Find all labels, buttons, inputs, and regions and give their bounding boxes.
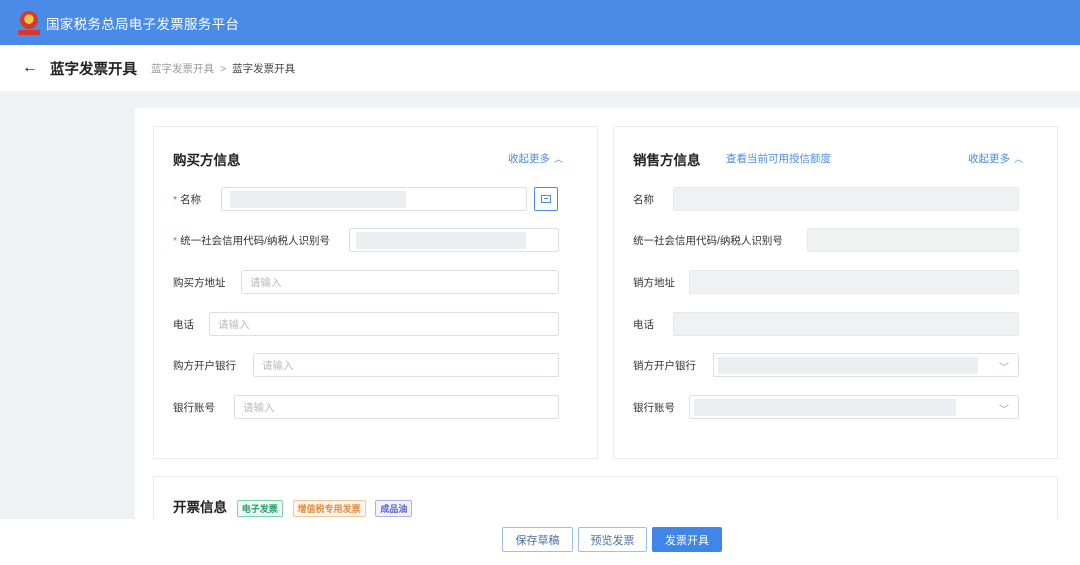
buyer-address-input[interactable]: 请输入 [241, 270, 559, 294]
seller-collapse-toggle[interactable]: 收起更多 ︿ [968, 151, 1023, 166]
chevron-up-icon: ︿ [1013, 154, 1023, 164]
buyer-address-row: 购买方地址 [173, 270, 226, 294]
redacted-value [230, 191, 406, 208]
seller-account-label: 银行账号 [633, 401, 675, 414]
buyer-bank-input[interactable]: 请输入 [253, 353, 559, 377]
seller-bank-row: 销方开户银行 [633, 353, 696, 377]
buyer-info-title: 购买方信息 [173, 153, 241, 168]
invoice-info-title: 开票信息 [173, 500, 227, 515]
seller-name-label: 名称 [633, 193, 654, 206]
action-bar: 保存草稿 预览发票 发票开具 [0, 519, 1080, 565]
page-title: 蓝字发票开具 [50, 61, 137, 78]
seller-account-select[interactable]: ﹀ [689, 395, 1019, 419]
required-mark: * [173, 234, 178, 247]
seller-taxid-label: 统一社会信用代码/纳税人识别号 [633, 234, 783, 247]
required-mark: * [173, 193, 178, 206]
redacted-value [356, 232, 526, 249]
seller-phone-label: 电话 [633, 318, 654, 331]
buyer-info-card: 购买方信息 收起更多 ︿ * 名称 * 统一社会信用代码/纳税人识别号 购买方地址 请… [153, 126, 598, 459]
breadcrumb: 蓝字发票开具 > 蓝字发票开具 [151, 61, 295, 76]
buyer-account-label: 银行账号 [173, 401, 215, 414]
seller-phone-field [673, 312, 1019, 336]
redacted-value [694, 399, 956, 416]
seller-bank-label: 销方开户银行 [633, 359, 696, 372]
preview-invoice-button[interactable]: 预览发票 [578, 527, 647, 552]
breadcrumb-item-parent[interactable]: 蓝字发票开具 [151, 63, 214, 75]
chevron-down-icon: ﹀ [999, 363, 1009, 374]
buyer-phone-row: 电话 [173, 312, 194, 336]
buyer-taxid-row: * 统一社会信用代码/纳税人识别号 [173, 228, 330, 252]
save-draft-button[interactable]: 保存草稿 [502, 527, 573, 552]
seller-phone-row: 电话 [633, 312, 654, 336]
seller-address-field [689, 270, 1019, 294]
buyer-name-label-text: 名称 [180, 193, 202, 206]
invoice-tag-oil: 成品油 [375, 499, 413, 517]
buyer-name-input[interactable] [221, 187, 527, 211]
buyer-taxid-label: * 统一社会信用代码/纳税人识别号 [173, 233, 330, 248]
buyer-collapse-label: 收起更多 [507, 153, 550, 165]
seller-info-card: 销售方信息 查看当前可用授信额度 收起更多 ︿ 名称 统一社会信用代码/纳税人识别… [613, 126, 1058, 459]
seller-address-row: 销方地址 [633, 270, 675, 294]
breadcrumb-item-current: 蓝字发票开具 [232, 62, 296, 75]
seller-taxid-row: 统一社会信用代码/纳税人识别号 [633, 228, 783, 252]
seller-account-row: 银行账号 [633, 395, 675, 419]
back-arrow-icon[interactable]: ← [22, 59, 38, 77]
seller-address-label: 销方地址 [633, 276, 675, 289]
chevron-up-icon: ︿ [553, 154, 563, 164]
invoice-tag-vat-special: 增值税专用发票 [292, 499, 366, 517]
seller-collapse-label: 收起更多 [967, 153, 1010, 165]
buyer-name-label: * 名称 [173, 192, 201, 207]
buyer-name-row: * 名称 [173, 187, 201, 211]
chevron-down-icon: ﹀ [999, 405, 1009, 416]
seller-name-row: 名称 [633, 187, 654, 211]
seller-name-field [673, 187, 1019, 211]
top-bar: 国家税务总局电子发票服务平台 [0, 0, 1080, 45]
buyer-bank-row: 购方开户银行 [173, 353, 236, 377]
buyer-address-label: 购买方地址 [173, 276, 226, 289]
seller-info-title: 销售方信息 [633, 153, 701, 168]
buyer-taxid-label-text: 统一社会信用代码/纳税人识别号 [180, 234, 331, 247]
list-picker-icon [541, 195, 551, 203]
buyer-account-input[interactable]: 请输入 [234, 395, 559, 419]
buyer-phone-label: 电话 [173, 318, 194, 331]
redacted-value [718, 357, 978, 374]
invoice-info-header: 开票信息 电子发票 增值税专用发票 成品油 [173, 496, 413, 517]
buyer-picker-button[interactable] [534, 187, 558, 211]
seller-bank-select[interactable]: ﹀ [713, 353, 1019, 377]
seller-taxid-field [807, 228, 1019, 252]
buyer-bank-label: 购方开户银行 [173, 359, 236, 372]
credit-limit-link[interactable]: 查看当前可用授信额度 [726, 151, 831, 166]
buyer-phone-input[interactable]: 请输入 [209, 312, 559, 336]
page-header: ← 蓝字发票开具 蓝字发票开具 > 蓝字发票开具 [0, 45, 1080, 91]
app-title: 国家税务总局电子发票服务平台 [46, 16, 240, 32]
invoice-tag-electronic: 电子发票 [236, 499, 283, 517]
buyer-taxid-input[interactable] [349, 228, 559, 252]
buyer-collapse-toggle[interactable]: 收起更多 ︿ [508, 151, 563, 166]
tax-emblem-icon [18, 10, 40, 35]
breadcrumb-separator: > [220, 62, 227, 75]
issue-invoice-button[interactable]: 发票开具 [652, 527, 722, 552]
buyer-account-row: 银行账号 [173, 395, 215, 419]
